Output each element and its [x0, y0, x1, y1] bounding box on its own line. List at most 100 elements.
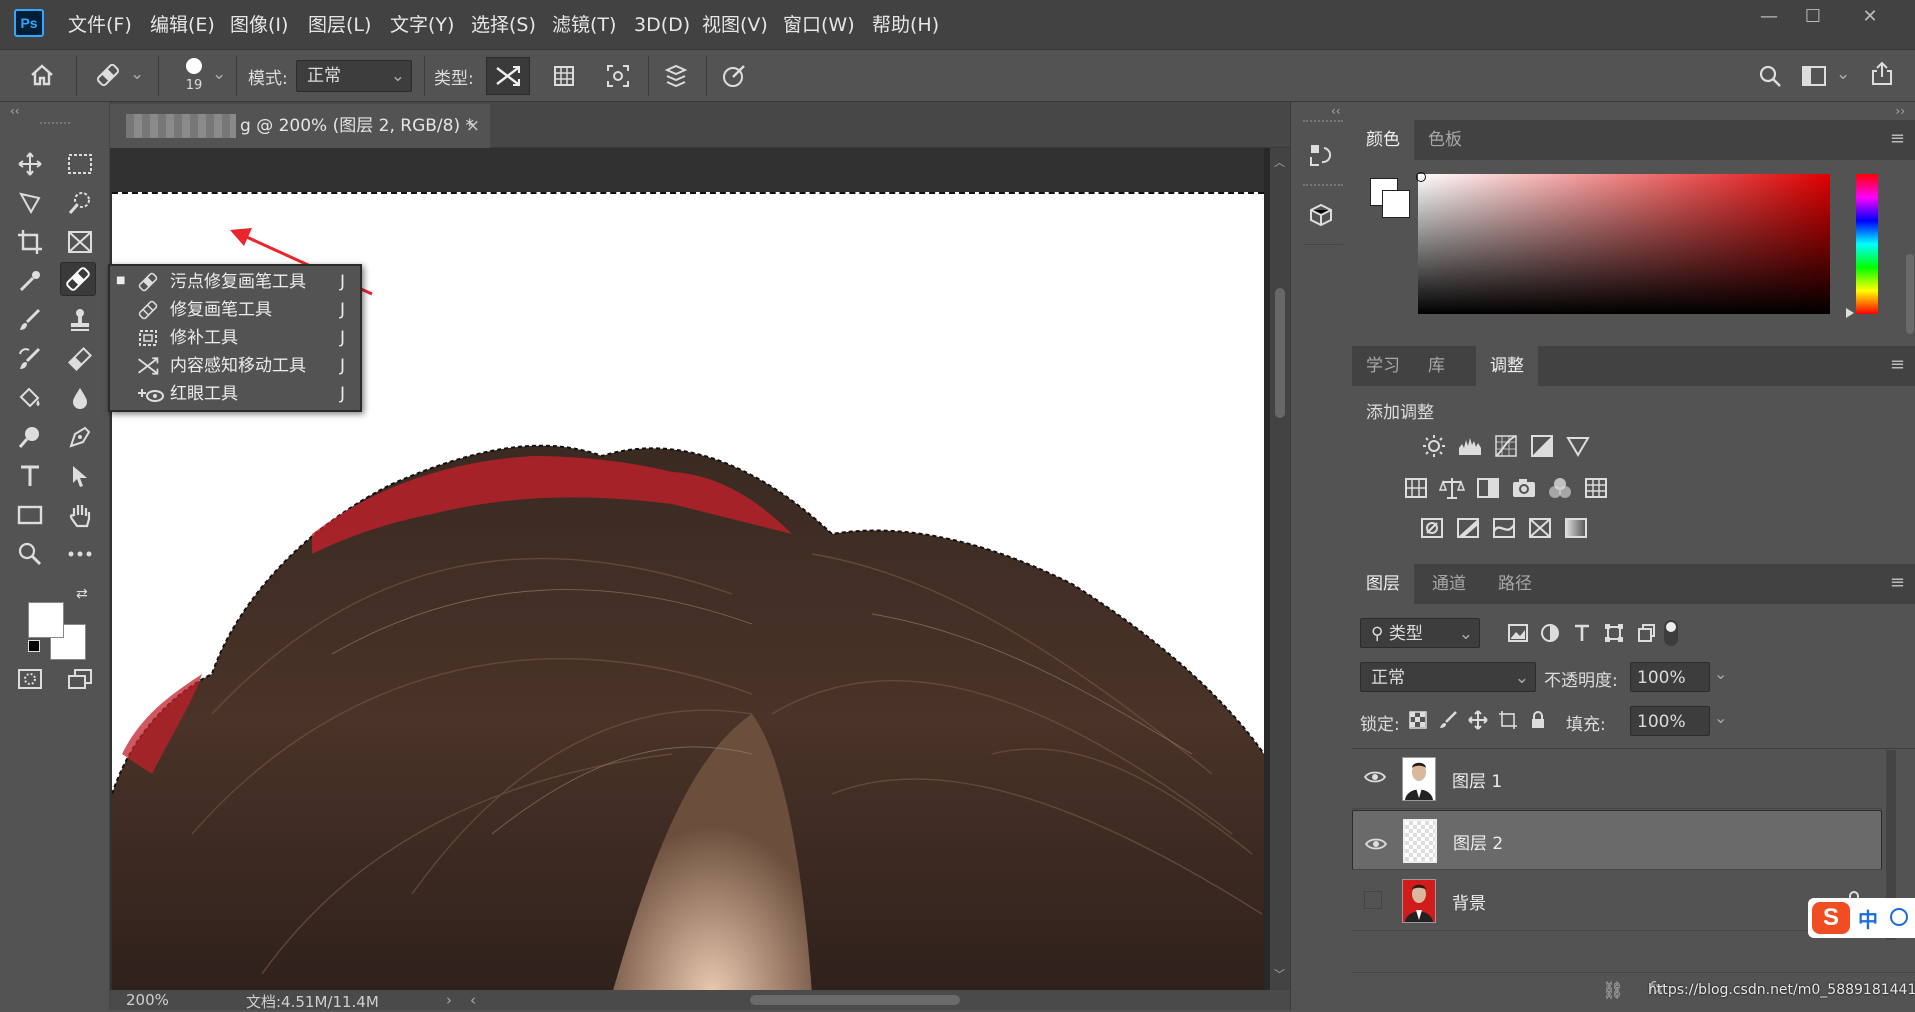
filter-smart-object-icon[interactable]: [1632, 619, 1660, 647]
zoom-level[interactable]: 200%: [126, 991, 169, 1009]
swap-colors-icon[interactable]: ⇄: [76, 586, 88, 602]
layer-name[interactable]: 背景: [1452, 889, 1486, 914]
flyout-item-healing-brush[interactable]: 修复画笔工具 J: [110, 296, 360, 324]
tab-swatches[interactable]: 色板: [1414, 120, 1476, 160]
ime-toolbar[interactable]: S 中: [1808, 898, 1915, 938]
menu-help[interactable]: 帮助(H): [872, 0, 939, 50]
posterize-icon[interactable]: [1454, 514, 1482, 542]
close-tab-icon[interactable]: ×: [466, 104, 480, 148]
collapse-dock-icon[interactable]: ‹‹: [1331, 104, 1341, 118]
tab-channels[interactable]: 通道: [1418, 564, 1480, 604]
paint-bucket-tool-icon[interactable]: [12, 381, 48, 415]
menu-layer[interactable]: 图层(L): [308, 0, 371, 50]
tab-libraries[interactable]: 库: [1414, 346, 1459, 386]
flyout-item-patch[interactable]: 修补工具 J: [110, 324, 360, 352]
minimize-icon[interactable]: —: [1752, 6, 1786, 28]
hand-tool-icon[interactable]: [62, 498, 98, 532]
spot-healing-tool-icon[interactable]: [60, 262, 96, 296]
link-layers-icon[interactable]: ⛓: [1602, 981, 1624, 1001]
color-panel-menu-icon[interactable]: ≡: [1890, 128, 1905, 149]
color-lookup-icon[interactable]: [1582, 474, 1610, 502]
workspace-chevron-icon[interactable]: ⌄: [1836, 64, 1850, 84]
lock-all-icon[interactable]: [1524, 706, 1552, 734]
search-icon[interactable]: [1748, 57, 1792, 95]
channel-mixer-icon[interactable]: [1546, 474, 1574, 502]
screen-mode-icon[interactable]: [62, 662, 98, 696]
pen-tool-icon[interactable]: [62, 420, 98, 454]
mode-select[interactable]: 正常 ⌄: [296, 60, 412, 92]
eyedropper-tool-icon[interactable]: [12, 264, 48, 298]
crop-tool-icon[interactable]: [12, 225, 48, 259]
content-aware-type-button[interactable]: [486, 57, 530, 95]
3d-panel-icon[interactable]: [1303, 198, 1339, 232]
filter-type-icon[interactable]: [1568, 619, 1596, 647]
tab-learn[interactable]: 学习: [1352, 346, 1414, 386]
color-balance-icon[interactable]: [1438, 474, 1466, 502]
fill-input[interactable]: 100%: [1630, 706, 1710, 736]
toolbar-grip[interactable]: [40, 122, 70, 124]
history-panel-icon[interactable]: [1303, 138, 1339, 172]
rectangle-tool-icon[interactable]: [12, 498, 48, 532]
filter-pixel-icon[interactable]: [1504, 619, 1532, 647]
document-tab[interactable]: g @ 200% (图层 2, RGB/8) * ×: [110, 104, 490, 148]
color-picker-field[interactable]: [1418, 174, 1830, 314]
tab-layers[interactable]: 图层: [1352, 564, 1414, 604]
dock-grip[interactable]: [1303, 120, 1343, 122]
menu-view[interactable]: 视图(V): [702, 0, 768, 50]
menu-filter[interactable]: 滤镜(T): [552, 0, 616, 50]
tab-color[interactable]: 颜色: [1352, 120, 1414, 160]
flyout-item-content-aware-move[interactable]: 内容感知移动工具 J: [110, 352, 360, 380]
create-texture-button[interactable]: [542, 57, 586, 95]
frame-tool-icon[interactable]: [62, 225, 98, 259]
dock-grip-2[interactable]: [1303, 184, 1343, 186]
collapse-toolbar-icon[interactable]: ‹‹: [10, 104, 20, 118]
zoom-tool-icon[interactable]: [12, 537, 48, 571]
menu-edit[interactable]: 编辑(E): [150, 0, 215, 50]
pressure-size-icon[interactable]: [712, 57, 756, 95]
menu-select[interactable]: 选择(S): [471, 0, 536, 50]
hue-saturation-icon[interactable]: [1402, 474, 1430, 502]
filter-toggle[interactable]: [1664, 620, 1678, 646]
visibility-eye-icon[interactable]: [1364, 831, 1388, 861]
visibility-eye-icon[interactable]: [1363, 769, 1387, 788]
panel-background-swatch[interactable]: [1382, 190, 1410, 218]
lasso-tool-icon[interactable]: [12, 186, 48, 220]
eraser-tool-icon[interactable]: [62, 342, 98, 376]
ime-mode[interactable]: 中: [1858, 904, 1878, 933]
tab-paths[interactable]: 路径: [1484, 564, 1546, 604]
close-icon[interactable]: ✕: [1853, 6, 1887, 28]
lock-transparent-icon[interactable]: [1404, 706, 1432, 734]
photo-filter-icon[interactable]: [1510, 474, 1538, 502]
clone-stamp-tool-icon[interactable]: [62, 303, 98, 337]
layers-panel-menu-icon[interactable]: ≡: [1890, 572, 1905, 593]
lock-artboard-icon[interactable]: [1494, 706, 1522, 734]
selective-color-icon[interactable]: [1526, 514, 1554, 542]
adjust-panel-menu-icon[interactable]: ≡: [1890, 354, 1905, 375]
scroll-up-icon[interactable]: ︿: [1274, 154, 1285, 170]
move-tool-icon[interactable]: [12, 147, 48, 181]
layer-row-background[interactable]: 背景: [1352, 871, 1882, 931]
lock-pixels-icon[interactable]: [1434, 706, 1462, 734]
levels-icon[interactable]: [1456, 432, 1484, 460]
sample-all-layers-icon[interactable]: [654, 57, 698, 95]
hue-slider[interactable]: [1856, 174, 1878, 314]
expand-panels-icon[interactable]: ››: [1895, 104, 1905, 118]
dodge-tool-icon[interactable]: [12, 420, 48, 454]
threshold-icon[interactable]: [1490, 514, 1518, 542]
layer-row-2[interactable]: 图层 2: [1352, 810, 1882, 870]
visibility-toggle-off[interactable]: [1364, 891, 1382, 909]
menu-type[interactable]: 文字(Y): [390, 0, 454, 50]
status-arrow-icon[interactable]: ›: [446, 991, 452, 1009]
menu-window[interactable]: 窗口(W): [783, 0, 855, 50]
brush-chevron-icon[interactable]: ⌄: [212, 64, 226, 84]
color-panel-scroll[interactable]: [1906, 254, 1914, 334]
brush-tool-icon[interactable]: [12, 303, 48, 337]
share-icon[interactable]: [1860, 55, 1904, 93]
curves-icon[interactable]: [1492, 432, 1520, 460]
flyout-item-red-eye[interactable]: 红眼工具 J: [110, 380, 360, 408]
default-colors-icon[interactable]: [28, 640, 40, 652]
horizontal-scroll-thumb[interactable]: [750, 995, 960, 1005]
tab-adjustments[interactable]: 调整: [1476, 346, 1538, 386]
foreground-color-swatch[interactable]: [28, 602, 64, 638]
exposure-icon[interactable]: [1528, 432, 1556, 460]
